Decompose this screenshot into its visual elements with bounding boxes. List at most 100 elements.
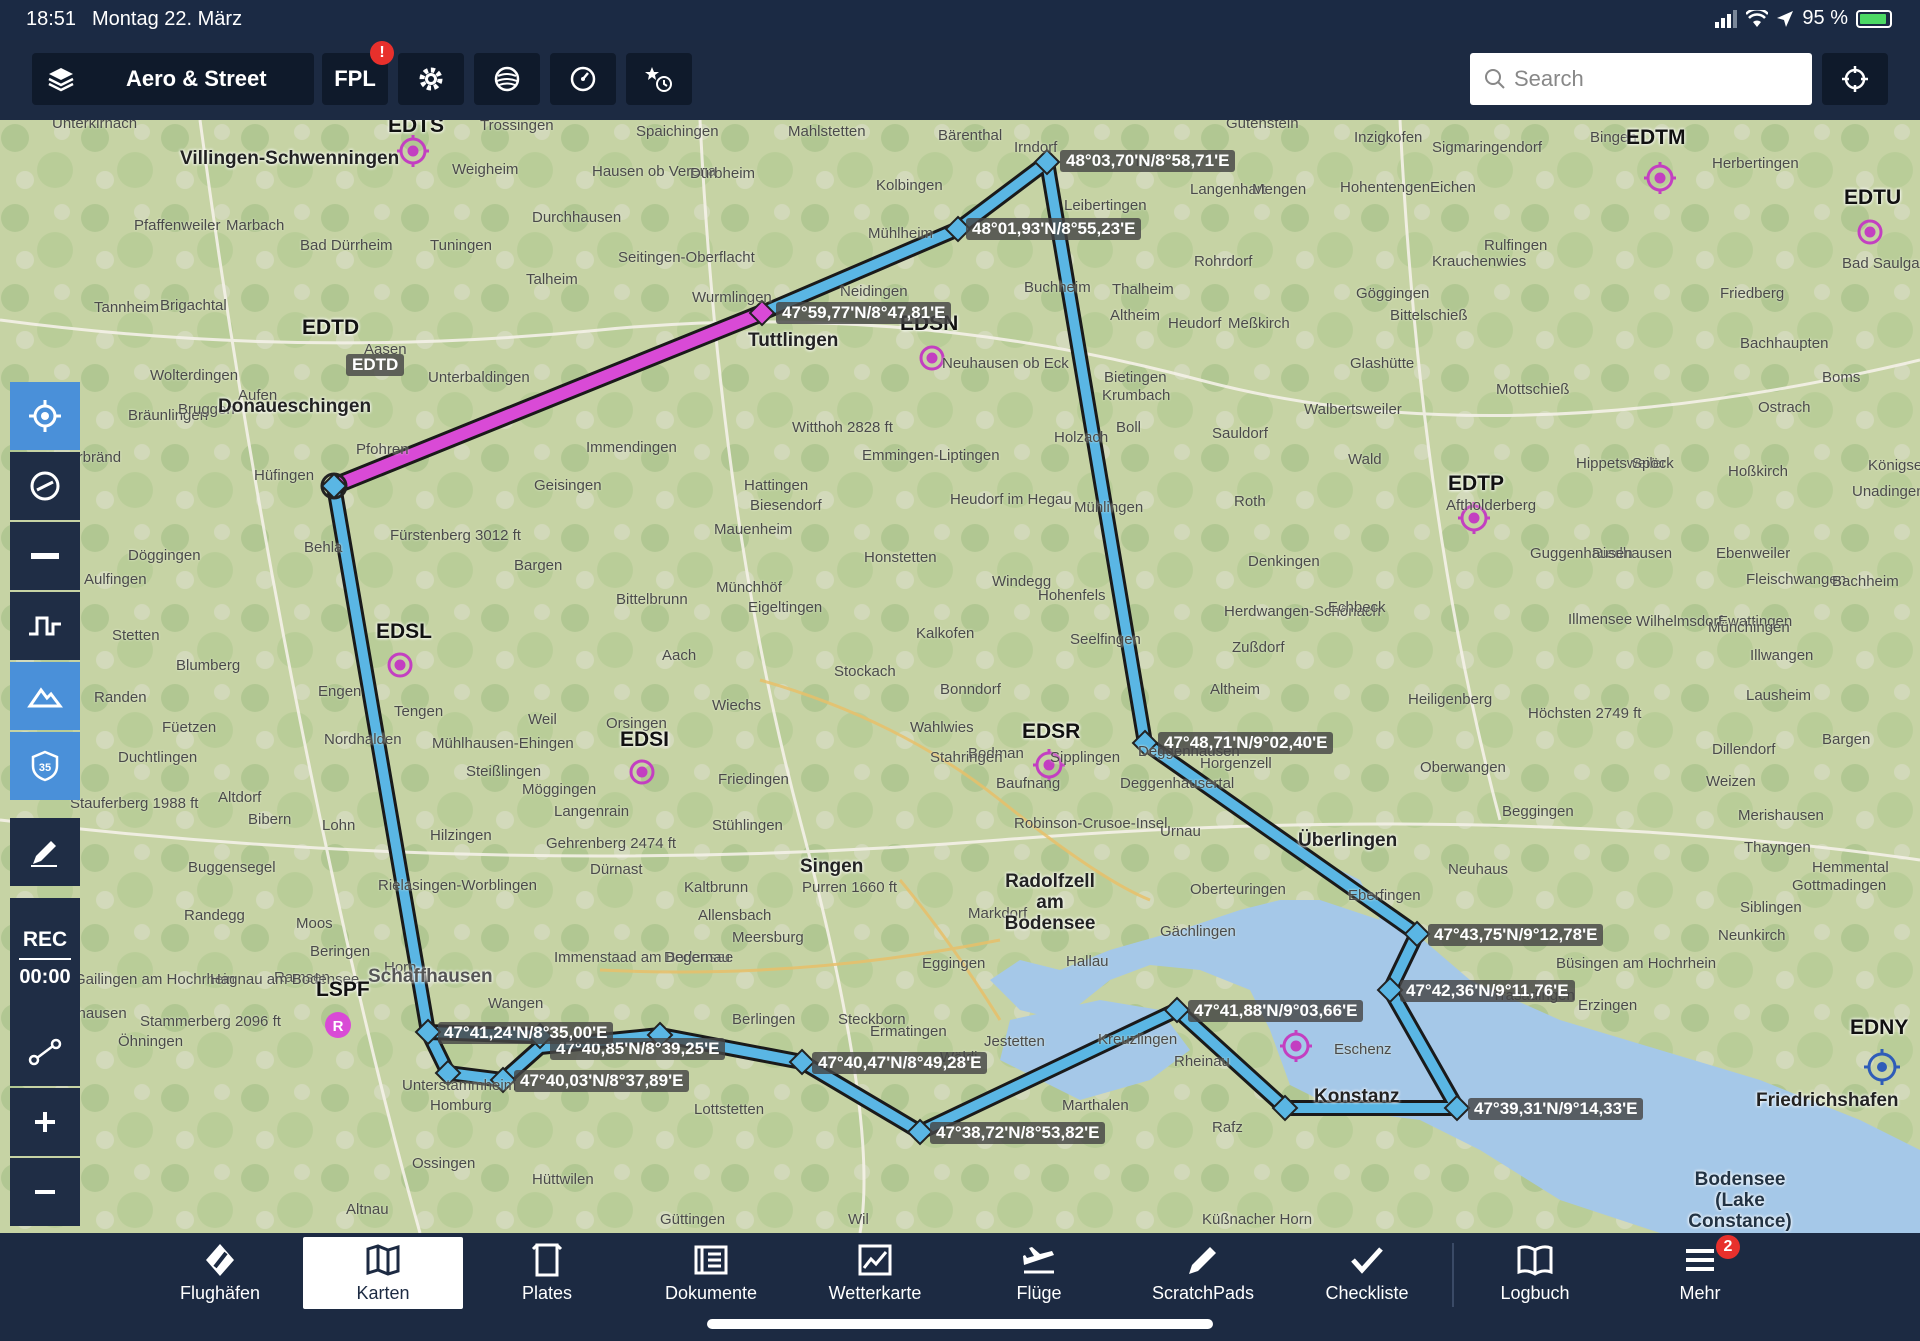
tab-label: Dokumente <box>664 1283 758 1303</box>
place-label: Altnau <box>346 1201 389 1218</box>
place-label: Ossingen <box>412 1155 476 1172</box>
tab-mehr[interactable]: Mehr 2 <box>1620 1235 1780 1309</box>
place-label: Füetzen <box>162 719 217 736</box>
zoom-in-button[interactable] <box>10 1088 80 1156</box>
tab-label: Mehr <box>1679 1283 1721 1303</box>
menu-icon <box>1686 1249 1714 1271</box>
waypoint-label-13[interactable]: 47°40,03'N/8°37,89'E <box>514 1070 690 1092</box>
svg-text:35: 35 <box>39 762 51 774</box>
place-label: Hemmental <box>1812 859 1889 876</box>
place-label: Mahlstetten <box>788 123 866 140</box>
place-label: Mottschieß <box>1496 381 1570 398</box>
weather-button[interactable] <box>474 53 540 105</box>
place-label: Sigmaringendorf <box>1432 139 1543 156</box>
airport-label-edsl[interactable]: EDSL <box>376 620 432 644</box>
place-label: Herbertingen <box>1712 155 1799 172</box>
place-label: Aftholderberg <box>1446 497 1537 514</box>
flight-plan-button[interactable]: FPL ! <box>322 41 394 105</box>
place-label: Eggingen <box>922 955 986 972</box>
waypoint-label-7[interactable]: 47°39,31'N/9°14,33'E <box>1468 1098 1644 1120</box>
status-indicators: 95 % <box>1714 7 1892 30</box>
waypoint-label-9[interactable]: 47°38,72'N/8°53,82'E <box>930 1122 1106 1144</box>
waypoint-label-6[interactable]: 47°42,36'N/9°11,76'E <box>1400 980 1575 1002</box>
waypoint-label-4[interactable]: 47°48,71'N/9°02,40'E <box>1158 732 1334 754</box>
place-label: Oberwangen <box>1420 759 1506 776</box>
place-label: Öhningen <box>118 1033 184 1050</box>
waypoint-label-1[interactable]: 47°59,77'N/8°47,81'E <box>776 302 952 324</box>
place-label: Buchheim <box>1024 279 1091 296</box>
route-edit-button[interactable] <box>10 1018 80 1086</box>
airport-label-edny[interactable]: EDNY <box>1850 1016 1908 1040</box>
tab-plates[interactable]: Plates <box>467 1237 627 1309</box>
place-label: Robinson-Crusoe-Insel <box>1014 815 1168 832</box>
track-up-button[interactable] <box>10 382 80 450</box>
place-label: Bad Dürrheim <box>300 237 393 254</box>
tab-karten[interactable]: Karten <box>303 1237 463 1309</box>
waypoint-label-3[interactable]: 48°03,70'N/8°58,71'E <box>1060 150 1236 172</box>
favorites-recent-button[interactable] <box>626 53 692 105</box>
waypoint-label-5[interactable]: 47°43,75'N/9°12,78'E <box>1428 924 1604 946</box>
tab-logbuch[interactable]: Logbuch <box>1455 1237 1615 1309</box>
center-location-button[interactable] <box>1822 53 1888 105</box>
tab-scratchpads[interactable]: ScratchPads <box>1123 1237 1283 1309</box>
tab-dokumente[interactable]: Dokumente <box>631 1237 791 1309</box>
place-label: Rulfingen <box>1484 237 1548 254</box>
place-label: Heudorf <box>1168 315 1222 332</box>
place-label: Deggenhausertal <box>1120 775 1235 792</box>
compass-icon <box>30 471 60 501</box>
airport-label-edts[interactable]: EDTS <box>388 120 444 138</box>
place-label: Randegg <box>184 907 245 924</box>
place-label: Bibern <box>248 811 292 828</box>
tab-flughaefen[interactable]: Flughäfen <box>140 1237 300 1309</box>
place-label: Stammerberg 2096 ft <box>140 1013 281 1030</box>
waypoint-label-2[interactable]: 48°01,93'N/8°55,23'E <box>966 218 1142 240</box>
moving-map[interactable]: R Unterkirnach Trossingen Spaichingen Mahls… <box>0 120 1920 1233</box>
place-label: Denkingen <box>1248 553 1320 570</box>
place-label: Moos <box>296 915 333 932</box>
waypoint-label-10[interactable]: 47°40,47'N/8°49,28'E <box>812 1052 988 1074</box>
place-label: Erzingen <box>1578 997 1638 1014</box>
layer-selector-button[interactable]: Aero & Street <box>32 53 314 105</box>
bottom-tab-bar: Flughäfen Karten Plates Dokumente Wetter… <box>0 1233 1920 1341</box>
airspace-button[interactable]: 35 <box>10 732 80 800</box>
search-field[interactable] <box>1470 53 1812 105</box>
airport-label-edtu[interactable]: EDTU <box>1844 186 1901 210</box>
airport-label-edsi[interactable]: EDSI <box>620 728 669 752</box>
airport-label-edsr[interactable]: EDSR <box>1022 720 1080 744</box>
tab-label: Plates <box>521 1283 573 1303</box>
search-input[interactable] <box>1514 66 1804 92</box>
place-label: Jestetten <box>984 1033 1045 1050</box>
track-record-button[interactable]: REC 00:00 <box>10 898 80 1018</box>
tab-wetterkarte[interactable]: Wetterkarte <box>795 1237 955 1309</box>
zoom-out-button[interactable] <box>10 1158 80 1226</box>
place-label: Berlingen <box>732 1011 796 1028</box>
place-label: Biesendorf <box>750 497 822 514</box>
waypoint-label-12[interactable]: 47°41,24'N/8°35,00'E <box>438 1022 614 1044</box>
airport-label-edtd[interactable]: EDTD <box>302 316 359 340</box>
settings-button[interactable] <box>398 53 464 105</box>
place-label: Buggensegel <box>188 859 276 876</box>
tab-checkliste[interactable]: Checkliste <box>1287 1237 1447 1309</box>
waypoint-label-8[interactable]: 47°41,88'N/9°03,66'E <box>1188 1000 1364 1022</box>
airport-label-edtp[interactable]: EDTP <box>1448 472 1504 496</box>
place-label: Mauenheim <box>714 521 793 538</box>
place-label: Wurmlingen <box>692 289 772 306</box>
battery-icon <box>1856 9 1892 28</box>
place-label: Hoßkirch <box>1728 463 1789 480</box>
airport-label-lspf[interactable]: LSPF <box>316 978 370 1002</box>
profile-view-button[interactable] <box>10 592 80 660</box>
place-label: Mengen <box>1252 181 1307 198</box>
instruments-button[interactable] <box>550 53 616 105</box>
place-label: Tengen <box>394 703 444 720</box>
airport-label-edtm[interactable]: EDTM <box>1626 126 1686 150</box>
vertical-profile-icon <box>29 616 61 636</box>
place-label: Mühlhausen-Ehingen <box>432 735 574 752</box>
tab-fluege[interactable]: Flüge <box>959 1237 1119 1309</box>
compass-button[interactable] <box>10 452 80 520</box>
terrain-button[interactable] <box>10 662 80 730</box>
place-label: Duchtlingen <box>118 749 198 766</box>
ruler-button[interactable] <box>10 522 80 590</box>
waypoint-label-edtd[interactable]: EDTD <box>346 354 405 376</box>
draw-button[interactable] <box>10 818 80 886</box>
scratchpad-icon <box>1189 1247 1216 1274</box>
